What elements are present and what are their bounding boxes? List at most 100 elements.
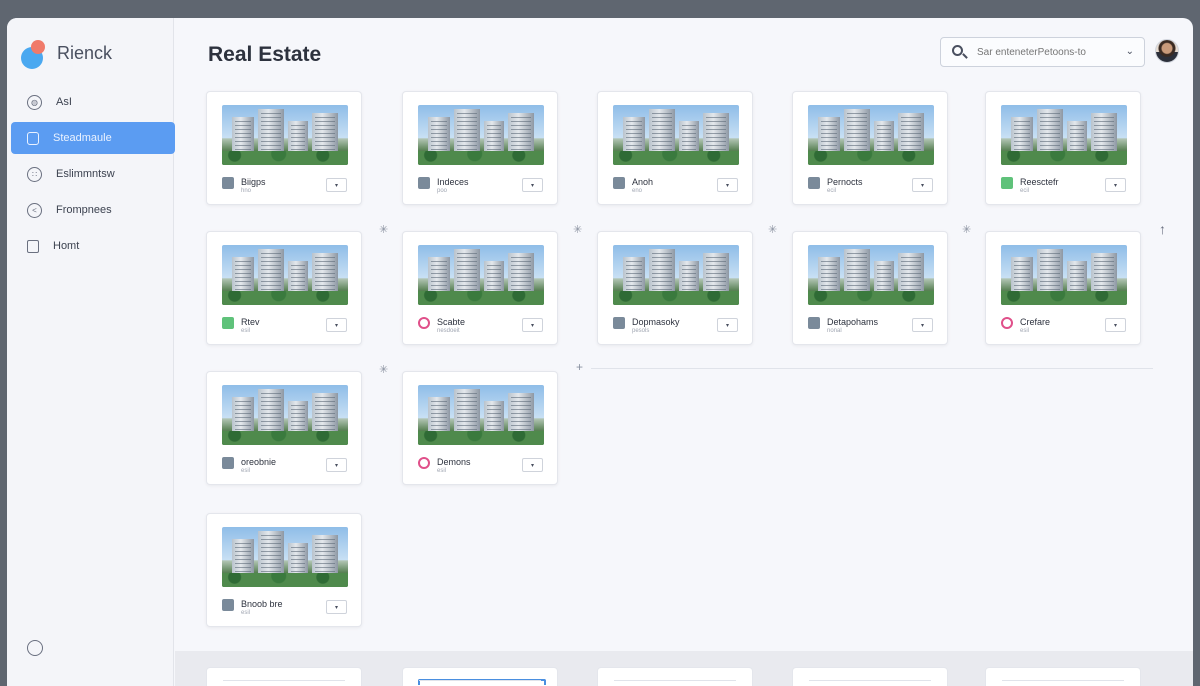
listing-subtitle: esil bbox=[1020, 328, 1030, 334]
listing-title: Dopmasoky bbox=[632, 317, 680, 327]
separator-icon: ✳ bbox=[379, 364, 389, 376]
brand-logo-icon bbox=[21, 38, 49, 69]
sidebar-item-label: Steadmaule bbox=[53, 132, 112, 144]
card-dropdown-button[interactable]: ▾ bbox=[326, 600, 347, 614]
document-icon bbox=[27, 131, 39, 145]
brand-name: Rienck bbox=[57, 42, 113, 63]
listing-subtitle: esil bbox=[241, 468, 251, 474]
card-dropdown-button[interactable]: ▾ bbox=[717, 178, 738, 192]
sidebar-item-homt[interactable]: Homt bbox=[11, 230, 175, 262]
property-image bbox=[222, 385, 348, 445]
page-title: Real Estate bbox=[208, 43, 322, 66]
listing-card[interactable]: Reesctefr ecil ▾ bbox=[985, 91, 1141, 205]
listing-subtitle: hno bbox=[241, 188, 252, 194]
owner-avatar bbox=[808, 177, 820, 189]
owner-avatar bbox=[808, 317, 820, 329]
tab-card[interactable] bbox=[597, 667, 753, 686]
add-icon[interactable]: + bbox=[576, 360, 583, 374]
card-dropdown-button[interactable]: ▾ bbox=[522, 178, 543, 192]
listing-subtitle: ecil bbox=[827, 188, 837, 194]
owner-avatar bbox=[613, 317, 625, 329]
status-ring-icon bbox=[418, 317, 430, 329]
sidebar-item-eslimmntsw[interactable]: ∷ Eslimmntsw bbox=[11, 158, 175, 190]
listing-card[interactable]: oreobnie esil ▾ bbox=[206, 371, 362, 485]
listing-card[interactable]: Biigps hno ▾ bbox=[206, 91, 362, 205]
listing-title: oreobnie bbox=[241, 457, 277, 467]
property-image bbox=[1001, 245, 1127, 305]
search-input[interactable] bbox=[977, 46, 1127, 58]
avatar[interactable] bbox=[1155, 39, 1179, 63]
listing-card[interactable]: Anoh eno ▾ bbox=[597, 91, 753, 205]
listing-title: Indeces bbox=[437, 177, 469, 187]
listing-card[interactable]: Indeces poo ▾ bbox=[402, 91, 558, 205]
property-image bbox=[808, 105, 934, 165]
listing-subtitle: nesdoeit bbox=[437, 328, 460, 334]
listing-subtitle: eno bbox=[632, 188, 643, 194]
listing-subtitle: esil bbox=[437, 468, 447, 474]
listing-card[interactable]: Scabte nesdoeit ▾ bbox=[402, 231, 558, 345]
owner-avatar bbox=[222, 599, 234, 611]
listing-card[interactable]: Bnoob bre esil ▾ bbox=[206, 513, 362, 627]
help-icon[interactable] bbox=[27, 640, 43, 656]
tab-card[interactable] bbox=[985, 667, 1141, 686]
card-dropdown-button[interactable]: ▾ bbox=[326, 318, 347, 332]
property-image bbox=[418, 105, 544, 165]
sidebar-item-label: Frompnees bbox=[56, 204, 112, 216]
property-image bbox=[808, 245, 934, 305]
card-dropdown-button[interactable]: ▾ bbox=[1105, 318, 1126, 332]
listing-title: Anoh bbox=[632, 177, 654, 187]
tab-card[interactable] bbox=[206, 667, 362, 686]
property-image bbox=[418, 385, 544, 445]
card-dropdown-button[interactable]: ▾ bbox=[326, 458, 347, 472]
brand[interactable]: Rienck bbox=[21, 38, 113, 69]
listing-card[interactable]: Rtev esil ▾ bbox=[206, 231, 362, 345]
card-dropdown-button[interactable]: ▾ bbox=[912, 178, 933, 192]
listing-title: Reesctefr bbox=[1020, 177, 1059, 187]
chevron-down-icon[interactable]: ⌄ bbox=[1126, 46, 1134, 57]
sidebar-nav: ◍ AsI Steadmaule ∷ Eslimmntsw ˂ Frompnee… bbox=[7, 86, 175, 266]
globe-icon: ◍ bbox=[27, 94, 42, 110]
scroll-up-icon[interactable]: ↑ bbox=[1159, 221, 1166, 237]
listing-subtitle: poo bbox=[437, 188, 448, 194]
tab-card-selected[interactable] bbox=[402, 667, 558, 686]
card-dropdown-button[interactable]: ▾ bbox=[1105, 178, 1126, 192]
property-image bbox=[222, 105, 348, 165]
owner-avatar bbox=[418, 177, 430, 189]
separator-icon: ✳ bbox=[962, 224, 972, 236]
listing-card[interactable]: Dopmasoky pesols ▾ bbox=[597, 231, 753, 345]
listing-title: Detapohams bbox=[827, 317, 879, 327]
sidebar-item-frompnees[interactable]: ˂ Frompnees bbox=[11, 194, 175, 226]
card-dropdown-button[interactable]: ▾ bbox=[717, 318, 738, 332]
tab-card[interactable] bbox=[792, 667, 948, 686]
listing-title: Rtev bbox=[241, 317, 260, 327]
sidebar-item-asi[interactable]: ◍ AsI bbox=[11, 86, 175, 118]
listing-title: Demons bbox=[437, 457, 471, 467]
listing-card[interactable]: Pernocts ecil ▾ bbox=[792, 91, 948, 205]
card-dropdown-button[interactable]: ▾ bbox=[912, 318, 933, 332]
listing-title: Pernocts bbox=[827, 177, 863, 187]
search-icon[interactable] bbox=[951, 44, 968, 60]
listing-subtitle: ecil bbox=[1020, 188, 1030, 194]
divider bbox=[591, 368, 1153, 369]
app-window: Rienck ◍ AsI Steadmaule ∷ Eslimmntsw ˂ F… bbox=[7, 18, 1193, 686]
property-image bbox=[418, 245, 544, 305]
card-dropdown-button[interactable]: ▾ bbox=[522, 458, 543, 472]
listing-subtitle: esil bbox=[241, 610, 251, 616]
listing-card[interactable]: Demons esil ▾ bbox=[402, 371, 558, 485]
property-image bbox=[1001, 105, 1127, 165]
listing-title: Scabte bbox=[437, 317, 466, 327]
search-bar[interactable]: ⌄ bbox=[940, 37, 1145, 67]
listing-subtitle: pesols bbox=[632, 328, 650, 334]
sidebar-item-steadmaule[interactable]: Steadmaule bbox=[11, 122, 175, 154]
clock-icon: ˂ bbox=[27, 202, 42, 218]
card-dropdown-button[interactable]: ▾ bbox=[326, 178, 347, 192]
settings-icon: ∷ bbox=[27, 166, 42, 182]
listing-card[interactable]: Detapohams nonal ▾ bbox=[792, 231, 948, 345]
card-dropdown-button[interactable]: ▾ bbox=[522, 318, 543, 332]
calendar-icon bbox=[27, 239, 39, 253]
separator-icon: ✳ bbox=[768, 224, 778, 236]
listing-card[interactable]: Crefare esil ▾ bbox=[985, 231, 1141, 345]
property-image bbox=[613, 105, 739, 165]
owner-avatar bbox=[1001, 177, 1013, 189]
sidebar: Rienck ◍ AsI Steadmaule ∷ Eslimmntsw ˂ F… bbox=[7, 18, 175, 686]
